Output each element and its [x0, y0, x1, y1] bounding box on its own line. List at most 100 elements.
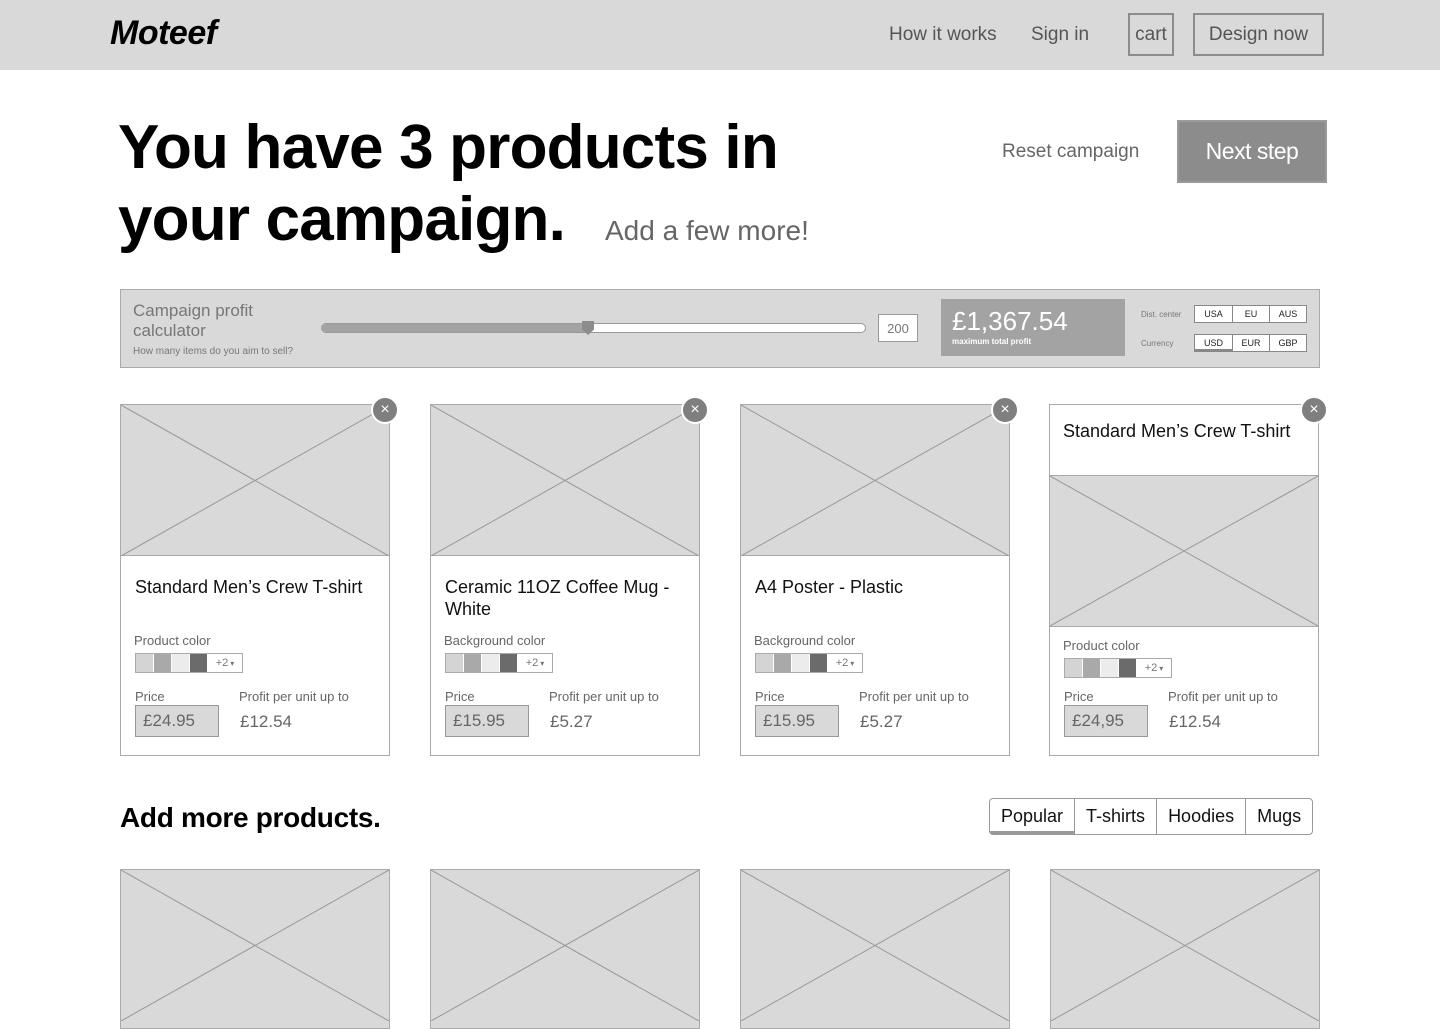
price-input[interactable]: £24.95 [135, 705, 219, 737]
currency-option-eur[interactable]: EUR [1232, 335, 1269, 351]
campaign-product-card: A4 Poster - Plastic Background color +2 ▾… [740, 404, 1010, 756]
color-swatch[interactable] [190, 654, 208, 672]
campaign-profit-calculator: Campaign profit calculator How many item… [120, 289, 1320, 368]
color-swatch[interactable] [154, 654, 172, 672]
remove-product-button[interactable]: × [1300, 396, 1328, 424]
image-placeholder-icon [1051, 870, 1319, 1021]
chevron-down-icon: ▾ [850, 658, 855, 668]
next-step-button[interactable]: Next step [1177, 120, 1327, 183]
calculator-title: Campaign profit calculator [133, 301, 254, 340]
remove-product-button[interactable]: × [991, 396, 1019, 424]
dist-option-eu[interactable]: EU [1232, 306, 1269, 322]
slider-thumb[interactable] [582, 321, 595, 335]
quantity-slider[interactable] [321, 321, 866, 335]
profit-per-unit-label: Profit per unit up to [1168, 689, 1278, 704]
color-swatch[interactable] [810, 654, 828, 672]
profit-per-unit-label: Profit per unit up to [239, 689, 349, 704]
more-colors-dropdown[interactable]: +2 ▾ [518, 654, 552, 672]
calculator-hint: How many items do you aim to sell? [133, 346, 294, 357]
more-colors-dropdown[interactable]: +2 ▾ [1137, 659, 1171, 677]
quantity-input[interactable]: 200 [878, 314, 918, 342]
catalog-product-card[interactable] [740, 869, 1010, 1029]
currency-selector: USD EUR GBP [1194, 334, 1307, 352]
color-swatch[interactable] [774, 654, 792, 672]
image-placeholder-icon [1050, 476, 1318, 626]
currency-option-usd[interactable]: USD [1195, 335, 1232, 351]
profit-per-unit-label: Profit per unit up to [859, 689, 969, 704]
more-colors-dropdown[interactable]: +2 ▾ [828, 654, 862, 672]
add-more-products-heading: Add more products. [120, 802, 381, 833]
tab-mugs[interactable]: Mugs [1245, 799, 1312, 834]
color-swatch[interactable] [482, 654, 500, 672]
product-title: A4 Poster - Plastic [755, 577, 904, 597]
more-colors-dropdown[interactable]: +2 ▾ [208, 654, 242, 672]
price-input[interactable]: £24,95 [1064, 705, 1148, 737]
tab-popular[interactable]: Popular [990, 799, 1074, 834]
color-swatch[interactable] [446, 654, 464, 672]
color-swatch[interactable] [1101, 659, 1119, 677]
logo[interactable]: Moteef [110, 14, 217, 53]
cart-button[interactable]: cart [1128, 13, 1174, 56]
image-placeholder-icon [741, 405, 1009, 556]
product-image-placeholder [741, 870, 1009, 1021]
price-label: Price [135, 689, 165, 704]
color-swatch-picker: +2 ▾ [1064, 658, 1172, 678]
remove-product-button[interactable]: × [681, 396, 709, 424]
color-swatch[interactable] [136, 654, 154, 672]
color-swatch[interactable] [756, 654, 774, 672]
nav-sign-in-link[interactable]: Sign in [1031, 24, 1089, 46]
product-image-placeholder [121, 870, 389, 1021]
image-placeholder-icon [121, 405, 389, 556]
color-swatch[interactable] [172, 654, 190, 672]
close-icon: × [1000, 401, 1010, 418]
more-colors-count: +2 [1144, 662, 1158, 674]
close-icon: × [380, 401, 390, 418]
max-profit-value: £1,367.54 [952, 306, 1068, 336]
product-title: Ceramic 11OZ Coffee Mug - White [445, 577, 670, 619]
page-subtitle: Add a few more! [605, 215, 809, 246]
product-title: Standard Men’s Crew T-shirt [1063, 421, 1291, 441]
dist-option-usa[interactable]: USA [1195, 306, 1232, 322]
color-swatch-picker: +2 ▾ [135, 653, 243, 673]
more-colors-count: +2 [525, 657, 539, 669]
campaign-product-card: Ceramic 11OZ Coffee Mug - White Backgrou… [430, 404, 700, 756]
tab-hoodies[interactable]: Hoodies [1156, 799, 1245, 834]
catalog-product-card[interactable] [120, 869, 390, 1029]
product-image-placeholder [431, 870, 699, 1021]
price-label: Price [1064, 689, 1094, 704]
design-now-button[interactable]: Design now [1193, 13, 1324, 56]
reset-campaign-link[interactable]: Reset campaign [1002, 141, 1139, 163]
price-input[interactable]: £15.95 [755, 705, 839, 737]
color-swatch[interactable] [500, 654, 518, 672]
campaign-product-card: Standard Men’s Crew T-shirt Product colo… [1049, 404, 1319, 756]
product-image-placeholder [741, 405, 1009, 556]
catalog-product-card[interactable] [430, 869, 700, 1029]
tab-t-shirts[interactable]: T-shirts [1074, 799, 1156, 834]
close-icon: × [1309, 401, 1319, 418]
dist-option-aus[interactable]: AUS [1269, 306, 1306, 322]
profit-per-unit-value: £12.54 [1169, 712, 1221, 731]
image-placeholder-icon [741, 870, 1009, 1021]
price-input[interactable]: £15.95 [445, 705, 529, 737]
color-swatch[interactable] [1083, 659, 1101, 677]
color-swatch[interactable] [1119, 659, 1137, 677]
chevron-down-icon: ▾ [540, 658, 545, 668]
image-placeholder-icon [431, 870, 699, 1021]
dist-center-selector: USA EU AUS [1194, 305, 1307, 323]
product-title: Standard Men’s Crew T-shirt [135, 577, 363, 597]
slider-fill [322, 324, 589, 332]
product-color-label: Product color [134, 633, 211, 648]
image-placeholder-icon [121, 870, 389, 1021]
nav-how-it-works-link[interactable]: How it works [889, 24, 997, 46]
currency-option-gbp[interactable]: GBP [1269, 335, 1306, 351]
background-color-label: Background color [444, 633, 546, 648]
color-swatch[interactable] [792, 654, 810, 672]
color-swatch[interactable] [464, 654, 482, 672]
catalog-product-card[interactable] [1050, 869, 1320, 1029]
price-label: Price [445, 689, 475, 704]
currency-label: Currency [1141, 339, 1174, 348]
chevron-down-icon: ▾ [1159, 663, 1164, 673]
chevron-down-icon: ▾ [230, 658, 235, 668]
remove-product-button[interactable]: × [371, 396, 399, 424]
color-swatch[interactable] [1065, 659, 1083, 677]
